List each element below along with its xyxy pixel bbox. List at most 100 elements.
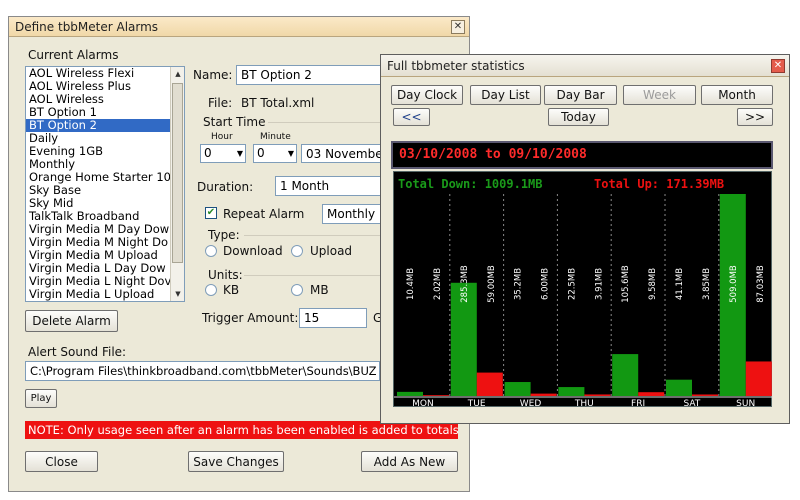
chevron-down-icon: ▼ — [236, 149, 243, 158]
alarms-list[interactable]: AOL Wireless Flexi AOL Wireless Plus AOL W… — [25, 66, 185, 302]
list-item[interactable]: Virgin Media L Night Dov — [26, 275, 184, 288]
day-label: SAT — [683, 399, 700, 408]
list-item[interactable]: Sky Mid — [26, 197, 184, 210]
stats-window: Full tbbmeter statistics ✕ Day Clock Day… — [380, 54, 790, 424]
bar-down-fri — [612, 354, 639, 396]
list-item[interactable]: Daily — [26, 132, 184, 145]
close-icon[interactable]: ✕ — [771, 59, 785, 73]
start-time-group-line — [268, 122, 380, 123]
prev-button[interactable]: << — [393, 108, 430, 126]
bar-down-mon — [397, 391, 423, 396]
trigger-amount-input[interactable]: 15 — [299, 308, 367, 328]
trigger-amount-label: Trigger Amount: — [202, 311, 299, 325]
save-changes-button[interactable]: Save Changes — [188, 451, 284, 472]
alarms-titlebar[interactable]: Define tbbMeter Alarms ✕ — [9, 17, 469, 37]
tab-day-bar[interactable]: Day Bar — [544, 85, 617, 105]
add-as-new-button[interactable]: Add As New — [361, 451, 458, 472]
list-item[interactable]: Sky Base — [26, 184, 184, 197]
close-icon[interactable]: ✕ — [451, 20, 465, 34]
duration-input[interactable]: 1 Month — [275, 176, 385, 196]
value-label-up: 2.02MB — [433, 268, 443, 300]
units-kb-label: KB — [223, 283, 240, 297]
value-label-up: 59.00MB — [487, 265, 497, 303]
day-label: SUN — [736, 399, 755, 408]
alarms-scrollbar[interactable]: ▲ ▼ — [170, 67, 184, 301]
tab-day-list[interactable]: Day List — [470, 85, 541, 105]
start-time-label: Start Time — [203, 115, 266, 129]
total-down-label: Total Down: 1009.1MB — [398, 177, 543, 191]
list-item[interactable]: Virgin Media L Day Dow — [26, 262, 184, 275]
stats-titlebar[interactable]: Full tbbmeter statistics ✕ — [381, 55, 789, 77]
value-label-up: 3.91MB — [594, 268, 604, 300]
file-label: File: — [208, 96, 233, 110]
tab-day-clock[interactable]: Day Clock — [391, 85, 463, 105]
list-item[interactable]: BT Option 2 — [26, 119, 184, 132]
list-item[interactable]: AOL Wireless Flexi — [26, 67, 184, 80]
tab-month[interactable]: Month — [701, 85, 773, 105]
day-label: MON — [412, 399, 434, 408]
bar-up-sun — [745, 361, 772, 396]
tab-week[interactable]: Week — [623, 85, 696, 105]
value-label-up: 9.58MB — [648, 268, 658, 300]
list-item[interactable]: Virgin Media M Night Do — [26, 236, 184, 249]
units-kb-radio[interactable] — [205, 284, 217, 296]
date-picker[interactable]: 03 November — [301, 144, 385, 163]
scroll-down-icon[interactable]: ▼ — [171, 287, 184, 301]
units-mb-radio[interactable] — [291, 284, 303, 296]
type-download-radio[interactable] — [205, 245, 217, 257]
type-download-label: Download — [223, 244, 283, 258]
list-item[interactable]: Virgin Media M Upload — [26, 249, 184, 262]
name-input[interactable]: BT Option 2 — [236, 65, 386, 85]
bar-up-fri — [638, 392, 665, 396]
scroll-up-icon[interactable]: ▲ — [171, 67, 184, 81]
list-item[interactable]: BT Option 1 — [26, 106, 184, 119]
list-item[interactable]: AOL Wireless — [26, 93, 184, 106]
next-button[interactable]: >> — [737, 108, 773, 126]
chart-panel: Total Down: 1009.1MB Total Up: 171.39MB … — [393, 171, 773, 408]
bar-up-mon — [423, 395, 449, 396]
list-item[interactable]: TalkTalk Broadband — [26, 210, 184, 223]
date-range: 03/10/2008 to 09/10/2008 — [399, 147, 587, 162]
chevron-down-icon: ▼ — [287, 149, 294, 158]
type-upload-radio[interactable] — [291, 245, 303, 257]
alert-sound-input[interactable]: C:\Program Files\thinkbroadband.com\tbbM… — [25, 361, 380, 381]
list-item[interactable]: Virgin Media L Upload — [26, 288, 184, 301]
list-item[interactable]: AOL Wireless Plus — [26, 80, 184, 93]
bar-up-sat — [692, 394, 718, 396]
value-label-up: 6.00MB — [541, 268, 551, 300]
hour-label: Hour — [211, 132, 233, 142]
type-upload-label: Upload — [310, 244, 353, 258]
list-item[interactable]: Virgin Media M Day Dow — [26, 223, 184, 236]
alarms-title: Define tbbMeter Alarms — [15, 19, 159, 34]
play-button[interactable]: Play — [25, 389, 57, 408]
bar-down-sat — [666, 379, 692, 396]
value-label-up: 3.85MB — [702, 268, 712, 300]
delete-alarm-button[interactable]: Delete Alarm — [25, 310, 118, 332]
list-item[interactable]: Orange Home Starter 10 — [26, 171, 184, 184]
usage-bar-chart: Total Down: 1009.1MB Total Up: 171.39MB … — [394, 177, 773, 408]
current-alarms-label: Current Alarms — [28, 48, 119, 62]
repeat-alarm-checkbox[interactable]: ✔ — [205, 207, 217, 219]
repeat-select[interactable]: Monthly — [322, 204, 384, 224]
day-label: THU — [574, 399, 594, 408]
units-mb-label: MB — [310, 283, 329, 297]
repeat-alarm-label: Repeat Alarm — [223, 207, 305, 221]
value-label-down: 509.0MB — [729, 265, 739, 303]
list-item[interactable]: Monthly — [26, 158, 184, 171]
duration-label: Duration: — [197, 180, 254, 194]
value-label-down: 285.3MB — [460, 265, 470, 303]
minute-select[interactable]: 0 ▼ — [253, 144, 297, 163]
close-button[interactable]: Close — [25, 451, 98, 472]
hour-select[interactable]: 0 ▼ — [200, 144, 246, 163]
list-item[interactable]: Evening 1GB — [26, 145, 184, 158]
today-button[interactable]: Today — [548, 108, 609, 126]
units-label: Units: — [208, 268, 243, 282]
file-value: BT Total.xml — [241, 96, 315, 110]
bar-down-wed — [504, 382, 531, 396]
scroll-thumb[interactable] — [172, 83, 183, 263]
day-label: FRI — [631, 399, 645, 408]
bar-up-wed — [530, 393, 557, 396]
alert-sound-label: Alert Sound File: — [28, 345, 127, 359]
value-label-down: 22.5MB — [567, 268, 577, 300]
day-label: TUE — [467, 399, 486, 408]
